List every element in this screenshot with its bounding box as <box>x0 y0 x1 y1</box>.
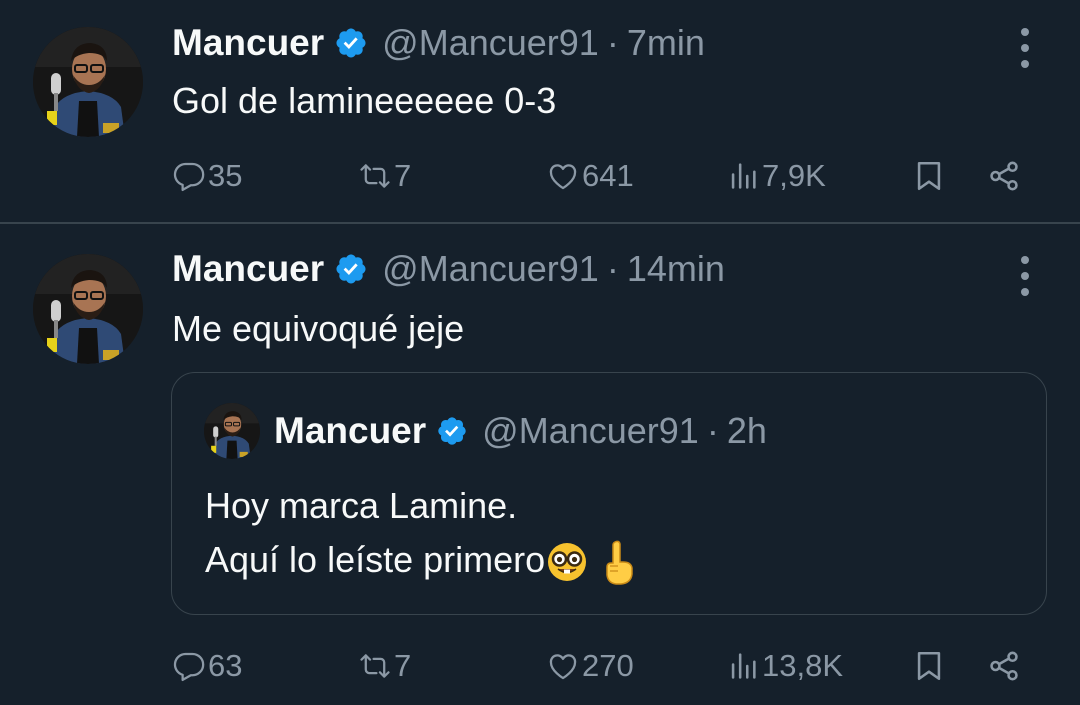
bookmark-button[interactable] <box>912 644 946 688</box>
timestamp[interactable]: 14min <box>627 248 725 290</box>
reply-icon <box>173 162 205 192</box>
separator-dot: · <box>606 248 619 289</box>
like-button[interactable]: 641 <box>546 154 634 198</box>
avatar[interactable] <box>33 254 143 364</box>
reply-count: 35 <box>208 158 243 193</box>
views-count: 7,9K <box>762 158 826 193</box>
views-icon <box>731 653 756 679</box>
separator-dot: · <box>706 410 719 451</box>
views-button[interactable]: 13,8K <box>726 644 843 688</box>
like-count: 270 <box>582 648 634 683</box>
quoted-text-line-2-text: Aquí lo leíste primero <box>205 539 546 580</box>
tweet[interactable]: Mancuer @Mancuer91 · 7min Gol de laminee… <box>0 0 1080 224</box>
quoted-tweet-text: Hoy marca Lamine. Aquí lo leíste primero <box>205 479 639 587</box>
tweet[interactable]: Mancuer @Mancuer91 · 14min Me equivoqué … <box>0 226 1080 705</box>
handle[interactable]: @Mancuer91 <box>382 22 599 64</box>
retweet-count: 7 <box>394 158 412 193</box>
reply-button[interactable]: 63 <box>172 644 242 688</box>
quoted-display-name: Mancuer <box>274 410 427 451</box>
reply-button[interactable]: 35 <box>172 154 242 198</box>
tweet-text: Me equivoqué jeje <box>172 308 465 349</box>
like-button[interactable]: 270 <box>546 644 634 688</box>
more-options-icon[interactable] <box>1013 256 1037 296</box>
avatar-image <box>33 254 143 364</box>
tweet-header: Mancuer @Mancuer91 · 14min <box>172 248 725 290</box>
display-name[interactable]: Mancuer <box>172 248 324 290</box>
reply-icon <box>173 652 205 682</box>
timestamp[interactable]: 7min <box>627 22 705 64</box>
retweet-icon <box>360 164 390 188</box>
avatar-image <box>33 27 143 137</box>
quoted-avatar-image <box>204 403 260 459</box>
share-button[interactable] <box>987 154 1021 198</box>
more-options-icon[interactable] <box>1013 28 1037 68</box>
nerd-face-emoji <box>548 543 587 582</box>
like-count: 641 <box>582 158 634 193</box>
views-button[interactable]: 7,9K <box>726 154 826 198</box>
verified-badge-icon[interactable] <box>334 26 368 60</box>
quoted-text-line-1: Hoy marca Lamine. <box>205 485 518 526</box>
separator-dot: · <box>606 22 619 63</box>
quoted-avatar <box>204 403 260 459</box>
verified-badge-icon <box>436 415 468 447</box>
tweet-text: Gol de lamineeeeee 0-3 <box>172 80 557 121</box>
action-bar: 35 7 641 7,9K <box>172 154 1032 198</box>
tweet-header: Mancuer @Mancuer91 · 7min <box>172 22 705 64</box>
like-icon <box>549 164 577 190</box>
quoted-tweet-header: Mancuer @Mancuer91 · 2h <box>204 403 767 459</box>
like-icon <box>549 654 577 680</box>
bookmark-icon <box>917 651 941 681</box>
pointing-up-emoji <box>606 541 633 586</box>
reply-count: 63 <box>208 648 243 683</box>
quoted-text-line-2: Aquí lo leíste primero <box>205 533 639 587</box>
retweet-button[interactable]: 7 <box>358 154 411 198</box>
verified-badge-icon[interactable] <box>334 252 368 286</box>
bookmark-icon <box>917 161 941 191</box>
retweet-count: 7 <box>394 648 412 683</box>
quoted-timestamp: 2h <box>726 410 767 451</box>
retweet-button[interactable]: 7 <box>358 644 411 688</box>
display-name[interactable]: Mancuer <box>172 22 324 64</box>
retweet-icon <box>360 654 390 678</box>
views-count: 13,8K <box>762 648 844 683</box>
views-icon <box>731 163 756 189</box>
avatar[interactable] <box>33 27 143 137</box>
action-bar: 63 7 270 13,8K <box>172 644 1032 688</box>
quoted-tweet[interactable]: Mancuer @Mancuer91 · 2h Hoy marca Lamine… <box>171 372 1047 615</box>
bookmark-button[interactable] <box>912 154 946 198</box>
share-button[interactable] <box>987 644 1021 688</box>
share-icon <box>990 161 1018 191</box>
quoted-handle: @Mancuer91 <box>482 410 699 451</box>
share-icon <box>990 651 1018 681</box>
handle[interactable]: @Mancuer91 <box>382 248 599 290</box>
